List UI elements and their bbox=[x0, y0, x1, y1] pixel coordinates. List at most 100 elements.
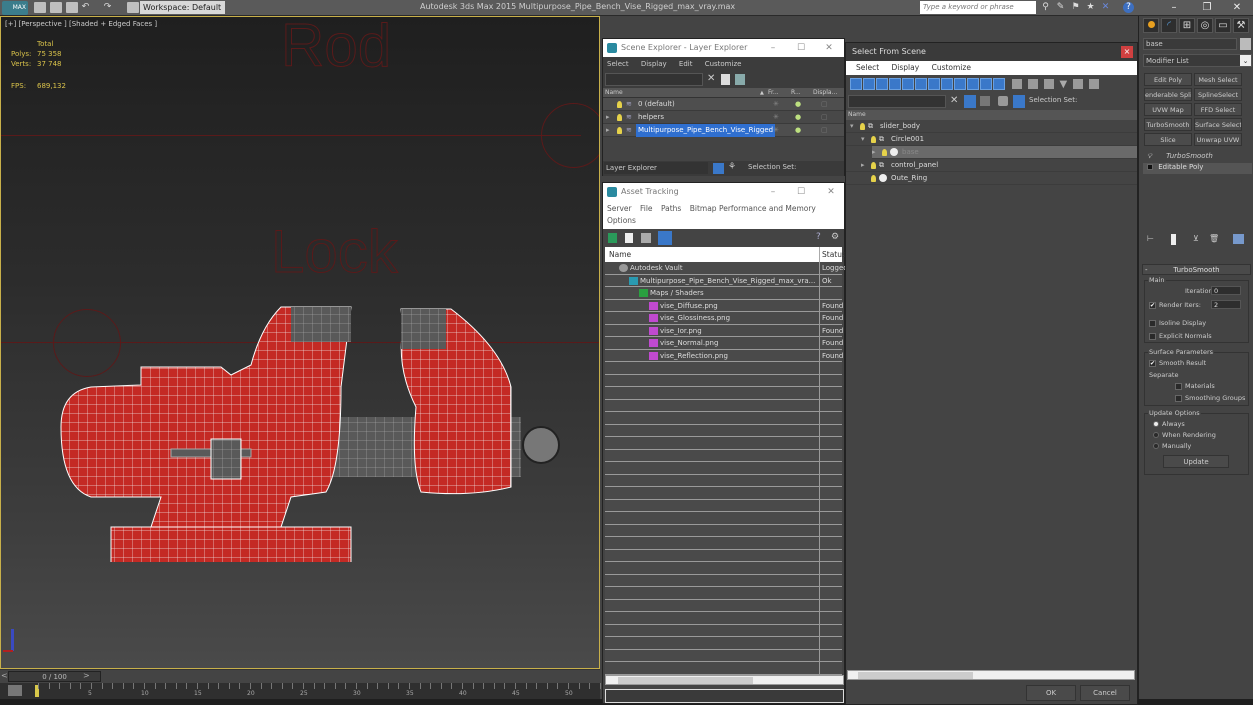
smooth-result-checkbox[interactable]: ✔ Smooth Result bbox=[1149, 359, 1206, 367]
col-frozen[interactable]: Fr... bbox=[768, 88, 779, 98]
pin-stack-icon[interactable]: ⊢ bbox=[1147, 234, 1154, 243]
display-hidden-icon[interactable] bbox=[993, 78, 1005, 90]
track-bar[interactable]: 5 10 15 20 25 30 35 40 45 50 bbox=[0, 683, 633, 699]
close-button[interactable]: × bbox=[1121, 46, 1133, 58]
detail-view-icon[interactable] bbox=[641, 233, 651, 243]
configure-sets-icon[interactable] bbox=[1233, 234, 1244, 244]
modifier-button-splineselect[interactable]: SplineSelect bbox=[1194, 88, 1242, 101]
filter-icon[interactable]: ▼ bbox=[1060, 79, 1068, 90]
smoothing-groups-check[interactable] bbox=[1175, 394, 1182, 402]
menu-bitmap-performance[interactable]: Bitmap Performance and Memory bbox=[690, 204, 816, 213]
light-bulb-icon[interactable] bbox=[860, 123, 865, 130]
asset-row[interactable]: vise_Glossiness.png Found bbox=[605, 312, 843, 325]
remove-modifier-icon[interactable]: 🗑︎ bbox=[1209, 234, 1219, 243]
menu-customize[interactable]: Customize bbox=[932, 63, 971, 72]
modifier-button-edit-poly[interactable]: Edit Poly bbox=[1144, 73, 1192, 86]
update-manually-radio[interactable]: Manually bbox=[1153, 442, 1191, 450]
light-bulb-icon[interactable]: 💡︎ bbox=[1147, 152, 1152, 160]
display-icon[interactable]: ▢ bbox=[821, 124, 828, 137]
display-frozen-icon[interactable] bbox=[980, 78, 992, 90]
display-icon[interactable]: ▢ bbox=[821, 111, 828, 124]
menu-server[interactable]: Server bbox=[607, 204, 632, 213]
undo-icon[interactable]: ↶ bbox=[80, 2, 91, 13]
menu-display[interactable]: Display bbox=[641, 60, 667, 68]
binoculars-icon[interactable]: ⚲ bbox=[1040, 2, 1051, 13]
lock-text-helper[interactable]: Lock bbox=[271, 217, 399, 286]
select-dependents-icon[interactable] bbox=[980, 96, 990, 106]
perspective-viewport[interactable]: [+] [Perspective ] [Shaded + Edged Faces… bbox=[0, 16, 600, 669]
col-name[interactable]: Name bbox=[609, 247, 631, 262]
expand-arrow-icon[interactable]: ▾ bbox=[850, 120, 854, 133]
grid-view-icon[interactable] bbox=[658, 231, 672, 245]
stack-item-editable-poly[interactable]: Editable Poly bbox=[1143, 163, 1252, 174]
save-icon[interactable] bbox=[66, 2, 78, 13]
col-display[interactable]: Displa... bbox=[813, 88, 837, 98]
smooth-result-check[interactable]: ✔ bbox=[1149, 359, 1156, 367]
ok-button[interactable]: OK bbox=[1026, 685, 1076, 701]
scene-tree-row[interactable]: ▸ ⧉ control_panel bbox=[846, 159, 1137, 172]
curve-editor-icon[interactable] bbox=[8, 685, 22, 696]
columns-icon[interactable] bbox=[1089, 79, 1100, 89]
display-cameras-icon[interactable] bbox=[889, 78, 901, 90]
display-bones-icon[interactable] bbox=[954, 78, 966, 90]
layers-icon[interactable] bbox=[998, 96, 1008, 106]
search-input[interactable]: Type a keyword or phrase bbox=[920, 1, 1036, 14]
minimize-button[interactable]: – bbox=[763, 39, 783, 57]
hierarchy-icon[interactable] bbox=[1013, 95, 1025, 108]
expand-arrow-icon[interactable]: ▸ bbox=[861, 159, 865, 172]
scene-tree-row[interactable]: ▾ ⧉ Circle001 bbox=[846, 133, 1137, 146]
display-geometry-icon[interactable] bbox=[850, 78, 862, 90]
help-icon[interactable]: ? bbox=[1123, 2, 1134, 13]
asset-row[interactable]: vise_Reflection.png Found bbox=[605, 349, 843, 362]
workspace-dropdown[interactable]: Workspace: Default bbox=[140, 1, 225, 14]
render-teapot-icon[interactable]: ● bbox=[795, 124, 801, 137]
modifier-list-dropdown[interactable]: Modifier List ⌄ bbox=[1143, 54, 1252, 67]
render-iters-check[interactable]: ✔ bbox=[1149, 301, 1156, 309]
menu-edit[interactable]: Edit bbox=[679, 60, 693, 68]
asset-tracking-titlebar[interactable]: Asset Tracking – ☐ ✕ bbox=[603, 183, 844, 201]
radio-manually[interactable] bbox=[1153, 443, 1159, 449]
modifier-button-slice[interactable]: Slice bbox=[1144, 133, 1192, 146]
tools-icon[interactable]: ✎ bbox=[1055, 2, 1066, 13]
display-spacewarps-icon[interactable] bbox=[915, 78, 927, 90]
modifier-button-unwrap-uvw[interactable]: Unwrap UVW bbox=[1194, 133, 1242, 146]
layer-row[interactable]: ≋ 0 (default) ✳ ● ▢ bbox=[603, 98, 844, 111]
object-name-field[interactable]: base bbox=[1143, 38, 1237, 50]
col-status[interactable]: Status bbox=[819, 247, 846, 262]
stack-item-turbosmooth[interactable]: 💡︎ TurboSmooth bbox=[1143, 152, 1252, 162]
scene-explorer-titlebar[interactable]: Scene Explorer - Layer Explorer – ☐ ✕ bbox=[603, 39, 844, 57]
radio-when-rendering[interactable] bbox=[1153, 432, 1159, 438]
explorer-type-dropdown[interactable]: Layer Explorer bbox=[604, 162, 708, 174]
object-color-swatch[interactable] bbox=[1240, 38, 1251, 50]
new-layer-icon[interactable] bbox=[721, 74, 730, 85]
menu-select[interactable]: Select bbox=[856, 63, 879, 72]
materials-check[interactable] bbox=[1175, 382, 1182, 390]
find-input[interactable] bbox=[605, 73, 703, 86]
create-tab-icon[interactable] bbox=[1143, 18, 1159, 33]
asset-path-field[interactable] bbox=[605, 689, 844, 703]
modifier-button-turbosmooth[interactable]: TurboSmooth bbox=[1144, 118, 1192, 131]
open-file-icon[interactable] bbox=[50, 2, 62, 13]
favorites-star-icon[interactable]: ★ bbox=[1085, 2, 1096, 13]
asset-row[interactable]: Autodesk Vault Logged bbox=[605, 262, 848, 275]
display-tab-icon[interactable]: ▭ bbox=[1215, 18, 1231, 33]
select-from-scene-titlebar[interactable]: Select From Scene × bbox=[846, 43, 1137, 61]
display-lights-icon[interactable] bbox=[876, 78, 888, 90]
expand-icon[interactable] bbox=[1147, 164, 1153, 170]
col-name[interactable]: Name bbox=[846, 110, 1137, 120]
display-shapes-icon[interactable] bbox=[863, 78, 875, 90]
show-end-result-icon[interactable] bbox=[1171, 234, 1176, 245]
asset-row[interactable]: Multipurpose_Pipe_Bench_Vise_Rigged_max_… bbox=[605, 274, 842, 287]
asset-row[interactable]: vise_Normal.png Found bbox=[605, 337, 843, 350]
radio-always[interactable] bbox=[1153, 421, 1159, 427]
scene-tree-row[interactable]: ▾ ⧉ slider_body bbox=[846, 120, 1137, 133]
modifier-button-enderable-spli[interactable]: enderable Spli bbox=[1144, 88, 1192, 101]
exchange-icon[interactable]: ✕ bbox=[1100, 2, 1111, 13]
scene-tree-row[interactable]: Oute_Ring bbox=[846, 172, 1137, 185]
light-bulb-icon[interactable] bbox=[882, 149, 887, 156]
iterations-spinner[interactable]: 0 bbox=[1211, 286, 1241, 295]
filter-options-icon[interactable] bbox=[1073, 79, 1084, 89]
display-all-icon[interactable] bbox=[1011, 79, 1022, 89]
expand-arrow-icon[interactable]: ▸ bbox=[606, 111, 610, 124]
materials-checkbox[interactable]: Materials bbox=[1175, 382, 1215, 390]
